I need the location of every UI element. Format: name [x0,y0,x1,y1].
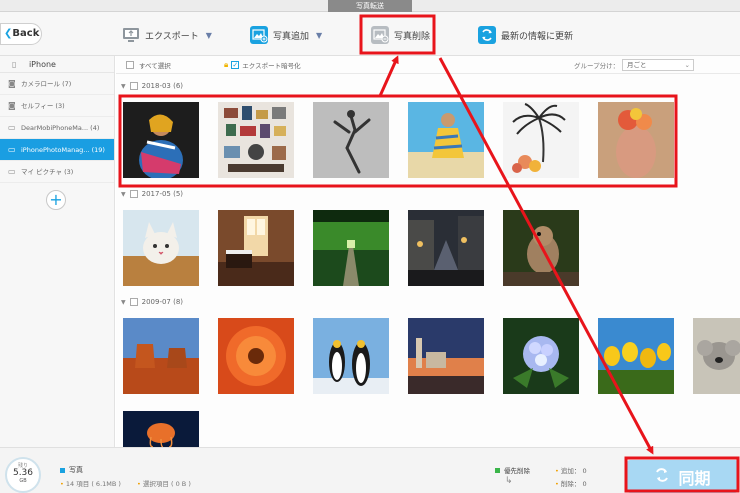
phone-icon: ▯ [12,60,17,69]
add-photo-icon [250,26,268,44]
checkbox[interactable] [126,61,134,69]
photo-grid-area: すべて選択 🔒︎ ✓ エクスポート暗号化 グループ分け： 月ごと ⌄ ▼ 201… [116,56,740,447]
export-icon [122,26,140,44]
photo-thumbnail[interactable] [123,411,199,447]
selected-count: • 選択項目 ( 0 B ) [137,480,191,488]
delete-photo-button[interactable]: 写真削除 [371,25,430,45]
triangle-down-icon: ▼ [121,190,126,198]
album-icon: ▭ [8,166,16,176]
select-all-checkbox[interactable]: すべて選択 [126,60,171,70]
export-button[interactable]: エクスポート ▼ [122,25,212,45]
checkbox[interactable] [129,298,138,306]
sync-icon [654,467,670,487]
added-count: • 追加： 0 [555,467,587,475]
filter-bar: すべて選択 🔒︎ ✓ エクスポート暗号化 グループ分け： 月ごと ⌄ [116,56,740,74]
chevron-down-icon: ⌄ [684,61,690,69]
arrow-icon: ↳ [505,476,513,486]
photo-thumbnail[interactable] [503,318,579,394]
photo-thumbnail[interactable] [123,102,199,178]
photo-thumbnail[interactable] [313,210,389,286]
window-title: 写真転送 [328,0,412,12]
legend-square [495,467,500,473]
photo-thumbnail[interactable] [408,102,484,178]
refresh-icon [478,26,496,44]
group-header[interactable]: ▼ 2018-03 (6) [121,82,183,90]
photo-thumbnail[interactable] [218,318,294,394]
export-encryption-toggle[interactable]: 🔒︎ ✓ エクスポート暗号化 [224,60,301,70]
triangle-down-icon: ▼ [121,298,126,306]
camera-icon: ◙ [8,78,16,88]
sidebar-item-selfie[interactable]: ◙ セルフィー (3) [0,95,114,117]
camera-icon: ◙ [8,100,16,110]
storage-indicator: 残り 5.36 GB [5,457,41,493]
photo-thumbnail[interactable] [503,102,579,178]
photo-thumbnail[interactable] [218,210,294,286]
legend-square [60,467,65,473]
delete-photo-icon [371,26,389,44]
toolbar: ❮Back エクスポート ▼ 写真追加 ▼ 写真削除 最新の情報に更新 [0,12,740,56]
checkbox-checked[interactable]: ✓ [231,61,240,69]
sidebar: ▯ iPhone ◙ カメラロール (7) ◙ セルフィー (3) ▭ Dear… [0,56,115,447]
group-by-select[interactable]: 月ごと ⌄ [622,59,694,71]
photo-thumbnail[interactable] [408,210,484,286]
add-album-button[interactable]: + [46,190,66,210]
lock-icon: 🔒︎ [224,60,229,69]
photo-thumbnail[interactable] [313,102,389,178]
photo-thumbnail[interactable] [503,210,579,286]
checkbox[interactable] [129,190,138,198]
sidebar-item-iphonephotomanager[interactable]: ▭ iPhonePhotoManag... (19) [0,139,114,161]
album-icon: ▭ [8,122,16,132]
photo-thumbnail[interactable] [598,318,674,394]
photo-thumbnail[interactable] [313,318,389,394]
refresh-button[interactable]: 最新の情報に更新 [478,25,573,45]
checkbox[interactable] [129,82,138,90]
sync-button[interactable]: 同期 [627,460,738,493]
plus-icon: + [49,190,63,209]
title-bar: 写真転送 [0,0,740,12]
sidebar-item-my-pictures[interactable]: ▭ マイ ピクチャ (3) [0,161,114,183]
photo-thumbnail[interactable] [693,318,740,394]
deleted-count: • 削除： 0 [555,480,587,488]
photo-thumbnail[interactable] [218,102,294,178]
group-by-label: グループ分け： [574,62,620,70]
caret-down-icon: ▼ [205,30,212,40]
add-photo-button[interactable]: 写真追加 ▼ [250,25,322,45]
photo-count: • 14 項目 ( 6.1MB ) [60,480,121,488]
sidebar-item-dearmob[interactable]: ▭ DearMobiPhoneMa... (4) [0,117,114,139]
back-button[interactable]: ❮Back [0,23,42,45]
device-header[interactable]: ▯ iPhone [0,56,114,73]
group-header[interactable]: ▼ 2017-05 (5) [121,190,183,198]
photo-thumbnail[interactable] [408,318,484,394]
status-bar: 残り 5.36 GB 写真 • 14 項目 ( 6.1MB ) • 選択項目 (… [0,447,740,493]
sidebar-item-camera-roll[interactable]: ◙ カメラロール (7) [0,73,114,95]
photo-thumbnail[interactable] [123,318,199,394]
album-icon: ▭ [8,144,16,154]
photos-legend: 写真 [60,465,83,475]
caret-down-icon: ▼ [316,30,323,40]
triangle-down-icon: ▼ [121,82,126,90]
photo-thumbnail[interactable] [123,210,199,286]
group-header[interactable]: ▼ 2009-07 (8) [121,298,183,306]
pending-delete-legend: 優先削除 [495,465,530,475]
photo-thumbnail[interactable] [598,102,674,178]
